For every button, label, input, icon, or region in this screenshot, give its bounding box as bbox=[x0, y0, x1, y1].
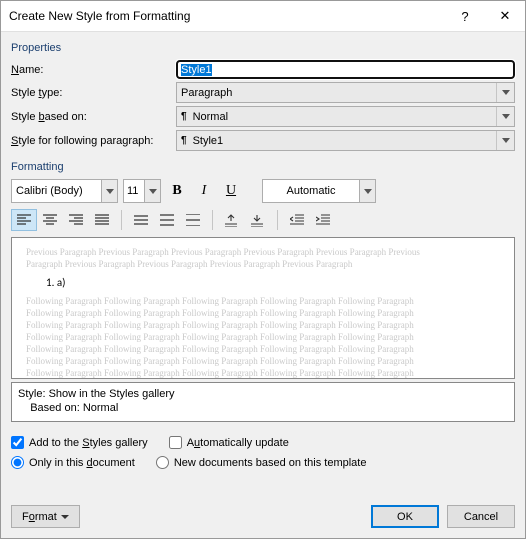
help-button[interactable]: ? bbox=[445, 1, 485, 31]
new-docs-label: New documents based on this template bbox=[174, 457, 367, 469]
add-to-gallery-input[interactable] bbox=[11, 436, 24, 449]
new-docs-radio[interactable]: New documents based on this template bbox=[156, 456, 367, 469]
font-size-value: 11 bbox=[124, 185, 144, 197]
add-to-gallery-checkbox[interactable]: Add to the Styles gallery bbox=[11, 436, 148, 449]
preview-foll-text: Following Paragraph Following Paragraph … bbox=[26, 295, 500, 307]
preview-foll-text: Following Paragraph Following Paragraph … bbox=[26, 319, 500, 331]
description-line: Style: Show in the Styles gallery bbox=[18, 387, 508, 401]
align-right-icon bbox=[69, 214, 83, 226]
separator bbox=[121, 210, 122, 230]
indent-increase-button[interactable] bbox=[310, 209, 336, 231]
chevron-down-icon bbox=[496, 83, 514, 102]
spacing-15-button[interactable] bbox=[154, 209, 180, 231]
italic-button[interactable]: I bbox=[193, 180, 215, 202]
spacing-2-button[interactable] bbox=[180, 209, 206, 231]
style-type-select[interactable]: Paragraph bbox=[176, 82, 515, 103]
preview-foll-text: Following Paragraph Following Paragraph … bbox=[26, 367, 500, 379]
following-text: Style1 bbox=[193, 135, 224, 147]
chevron-down-icon bbox=[496, 131, 514, 150]
section-formatting: Formatting bbox=[11, 161, 515, 173]
font-color-select[interactable]: Automatic bbox=[262, 179, 376, 203]
cancel-button[interactable]: Cancel bbox=[447, 505, 515, 528]
font-select[interactable]: Calibri (Body) bbox=[11, 179, 118, 203]
section-properties: Properties bbox=[11, 42, 515, 54]
bold-button[interactable]: B bbox=[166, 180, 188, 202]
preview-prev-text: Previous Paragraph Previous Paragraph Pr… bbox=[26, 246, 500, 258]
based-on-select[interactable]: ¶ Normal bbox=[176, 106, 515, 127]
auto-update-input[interactable] bbox=[169, 436, 182, 449]
label-following: Style for following paragraph: bbox=[11, 135, 176, 147]
font-value: Calibri (Body) bbox=[12, 185, 101, 197]
space-before-inc-button[interactable] bbox=[219, 209, 245, 231]
indent-decrease-button[interactable] bbox=[284, 209, 310, 231]
align-left-icon bbox=[17, 214, 31, 226]
ok-button[interactable]: OK bbox=[371, 505, 439, 528]
paragraph-icon: ¶ bbox=[181, 111, 187, 122]
chevron-down-icon bbox=[101, 180, 117, 202]
preview-foll-text: Following Paragraph Following Paragraph … bbox=[26, 355, 500, 367]
label-based-on: Style based on: bbox=[11, 111, 176, 123]
space-before-dec-button[interactable] bbox=[245, 209, 271, 231]
font-size-select[interactable]: 11 bbox=[123, 179, 161, 203]
align-center-button[interactable] bbox=[37, 209, 63, 231]
based-on-text: Normal bbox=[193, 111, 228, 123]
arrow-up-lines-icon bbox=[225, 214, 239, 227]
preview-foll-text: Following Paragraph Following Paragraph … bbox=[26, 343, 500, 355]
triangle-down-icon bbox=[61, 515, 69, 519]
align-right-button[interactable] bbox=[63, 209, 89, 231]
chevron-down-icon bbox=[359, 180, 375, 202]
new-docs-input[interactable] bbox=[156, 456, 169, 469]
spacing-1-button[interactable] bbox=[128, 209, 154, 231]
dialog-footer: Format OK Cancel bbox=[1, 495, 525, 538]
align-justify-icon bbox=[95, 214, 109, 226]
based-on-value: ¶ Normal bbox=[177, 111, 496, 123]
style-preview: Previous Paragraph Previous Paragraph Pr… bbox=[11, 237, 515, 379]
indent-increase-icon bbox=[316, 214, 330, 226]
preview-prev-text: Paragraph Previous Paragraph Previous Pa… bbox=[26, 258, 500, 270]
align-center-icon bbox=[43, 214, 57, 226]
font-color-value: Automatic bbox=[263, 185, 359, 197]
style-type-value: Paragraph bbox=[177, 87, 496, 99]
titlebar: Create New Style from Formatting ? ✕ bbox=[1, 1, 525, 32]
description-line: Based on: Normal bbox=[18, 401, 508, 415]
line-spacing-icon bbox=[186, 214, 200, 226]
indent-decrease-icon bbox=[290, 214, 304, 226]
label-name: Name: bbox=[11, 64, 176, 76]
line-spacing-icon bbox=[134, 214, 148, 226]
following-select[interactable]: ¶ Style1 bbox=[176, 130, 515, 151]
close-button[interactable]: ✕ bbox=[485, 1, 525, 31]
separator bbox=[212, 210, 213, 230]
only-this-doc-radio[interactable]: Only in this document bbox=[11, 456, 135, 469]
separator bbox=[277, 210, 278, 230]
preview-foll-text: Following Paragraph Following Paragraph … bbox=[26, 331, 500, 343]
align-justify-button[interactable] bbox=[89, 209, 115, 231]
format-menu-button[interactable]: Format bbox=[11, 505, 80, 528]
chevron-down-icon bbox=[144, 180, 160, 202]
only-this-doc-input[interactable] bbox=[11, 456, 24, 469]
preview-foll-text: Following Paragraph Following Paragraph … bbox=[26, 307, 500, 319]
align-left-button[interactable] bbox=[11, 209, 37, 231]
underline-button[interactable]: U bbox=[220, 180, 242, 202]
auto-update-checkbox[interactable]: Automatically update bbox=[169, 436, 289, 449]
paragraph-toolbar bbox=[11, 209, 515, 231]
following-value: ¶ Style1 bbox=[177, 135, 496, 147]
chevron-down-icon bbox=[496, 107, 514, 126]
dialog-create-style: Create New Style from Formatting ? ✕ Pro… bbox=[0, 0, 526, 539]
style-description: Style: Show in the Styles gallery Based … bbox=[11, 382, 515, 422]
paragraph-icon: ¶ bbox=[181, 135, 187, 146]
name-input[interactable] bbox=[176, 60, 515, 79]
preview-sample-text: 1. a) bbox=[26, 276, 500, 289]
line-spacing-icon bbox=[160, 214, 174, 226]
label-style-type: Style type: bbox=[11, 87, 176, 99]
arrow-down-lines-icon bbox=[251, 214, 265, 227]
dialog-title: Create New Style from Formatting bbox=[9, 9, 445, 23]
